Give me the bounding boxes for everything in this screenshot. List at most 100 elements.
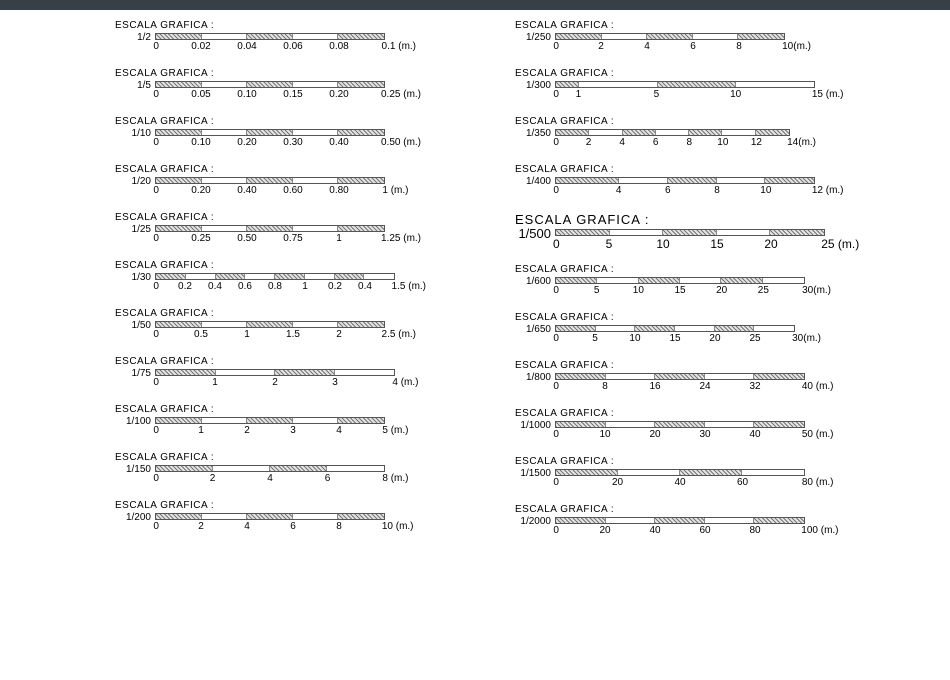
scale-tick-label: 0 bbox=[153, 473, 159, 484]
scale-tick-label: 0.20 bbox=[191, 185, 210, 196]
scale-tick-label: 20 bbox=[709, 333, 720, 344]
scale-tick-label: 4 (m.) bbox=[392, 377, 418, 388]
scale-segment bbox=[602, 34, 648, 39]
scale-tick-label: 2 bbox=[336, 329, 342, 340]
scale-segment bbox=[293, 130, 339, 135]
scale-segment bbox=[293, 418, 339, 423]
scale-tick-label: 10 bbox=[717, 137, 728, 148]
scale-labels: 00.050.100.150.200.25 (m.) bbox=[155, 89, 385, 103]
scale-ratio: 1/10 bbox=[115, 129, 155, 138]
scale-ratio: 1/300 bbox=[515, 81, 555, 90]
scale-segment bbox=[156, 418, 202, 423]
scale-segment bbox=[556, 230, 610, 235]
scale-bar bbox=[555, 177, 815, 184]
scale-title: ESCALA GRAFICA : bbox=[515, 360, 845, 371]
scale-labels: 01020304050 (m.) bbox=[555, 429, 805, 443]
scale-bar bbox=[555, 129, 790, 136]
scale-tick-label: 0.40 bbox=[237, 185, 256, 196]
scale-item: ESCALA GRAFICA :1/1500020406080 (m.) bbox=[515, 456, 845, 491]
scale-segment bbox=[247, 34, 293, 39]
scale-segment bbox=[338, 34, 384, 39]
scale-segment bbox=[202, 178, 248, 183]
scale-tick-label: 40 bbox=[649, 525, 660, 536]
scale-tick-label: 10 bbox=[599, 429, 610, 440]
scale-segment bbox=[338, 322, 384, 327]
scale-segment bbox=[202, 34, 248, 39]
scale-segment bbox=[705, 518, 755, 523]
scale-ratio: 1/50 bbox=[115, 321, 155, 330]
scale-segment bbox=[275, 274, 305, 279]
scale-tick-label: 0.2 bbox=[178, 281, 192, 292]
scale-tick-label: 0.02 bbox=[191, 41, 210, 52]
scale-tick-label: 15 (m.) bbox=[812, 89, 844, 100]
scale-tick-label: 14(m.) bbox=[787, 137, 816, 148]
scale-tick-label: 0 bbox=[153, 521, 159, 532]
scale-segment bbox=[202, 82, 248, 87]
scale-segment bbox=[722, 130, 755, 135]
scale-segment bbox=[556, 374, 606, 379]
scale-segment bbox=[156, 274, 186, 279]
scale-tick-label: 0 bbox=[153, 137, 159, 148]
scale-tick-label: 4 bbox=[267, 473, 273, 484]
scale-segment bbox=[663, 230, 717, 235]
scale-segment bbox=[247, 130, 293, 135]
scale-tick-label: 25 bbox=[758, 285, 769, 296]
scale-labels: 0816243240 (m.) bbox=[555, 381, 805, 395]
scale-tick-label: 16 bbox=[649, 381, 660, 392]
scale-title: ESCALA GRAFICA : bbox=[515, 312, 845, 323]
scale-bar bbox=[555, 277, 805, 284]
scale-segment bbox=[247, 226, 293, 231]
scale-tick-label: 10 bbox=[730, 89, 741, 100]
scale-tick-label: 0 bbox=[553, 237, 560, 251]
scale-segment bbox=[186, 274, 216, 279]
scale-ratio: 1/500 bbox=[515, 229, 555, 238]
scale-tick-label: 25 (m.) bbox=[821, 237, 859, 251]
scale-segment bbox=[754, 422, 804, 427]
scale-labels: 04681012 (m.) bbox=[555, 185, 815, 199]
scale-tick-label: 3 bbox=[332, 377, 338, 388]
scale-segment bbox=[618, 470, 680, 475]
scale-tick-label: 8 (m.) bbox=[382, 473, 408, 484]
scale-segment bbox=[556, 422, 606, 427]
scale-tick-label: 15 bbox=[710, 237, 723, 251]
scale-tick-label: 10 bbox=[629, 333, 640, 344]
scale-segment bbox=[156, 370, 216, 375]
scale-tick-label: 20 bbox=[764, 237, 777, 251]
scale-segment bbox=[556, 178, 619, 183]
scale-segment bbox=[556, 470, 618, 475]
scale-item: ESCALA GRAFICA :1/15002468 (m.) bbox=[115, 452, 415, 487]
scale-ratio: 1/20 bbox=[115, 177, 155, 186]
scale-tick-label: 0 bbox=[153, 185, 159, 196]
scale-tick-label: 0.80 bbox=[329, 185, 348, 196]
scale-segment bbox=[606, 422, 656, 427]
scale-ratio: 1/2 bbox=[115, 33, 155, 42]
scale-tick-label: 0 bbox=[553, 185, 559, 196]
scale-tick-label: 0.4 bbox=[358, 281, 372, 292]
scale-segment bbox=[736, 82, 814, 87]
scale-segment bbox=[647, 34, 693, 39]
scale-title: ESCALA GRAFICA : bbox=[115, 356, 415, 367]
scale-tick-label: 5 bbox=[592, 333, 598, 344]
scale-tick-label: 4 bbox=[336, 425, 342, 436]
scale-bar bbox=[555, 229, 825, 236]
scale-tick-label: 0 bbox=[553, 333, 559, 344]
scale-segment bbox=[247, 418, 293, 423]
scale-item: ESCALA GRAFICA :1/200.020.040.060.080.1 … bbox=[115, 20, 415, 55]
scale-tick-label: 10 bbox=[633, 285, 644, 296]
scale-segment bbox=[247, 322, 293, 327]
scale-ratio: 1/25 bbox=[115, 225, 155, 234]
scale-tick-label: 20 bbox=[612, 477, 623, 488]
scale-item: ESCALA GRAFICA :1/1000.100.200.300.400.5… bbox=[115, 116, 415, 151]
scale-tick-label: 0.25 bbox=[191, 233, 210, 244]
scale-segment bbox=[338, 82, 384, 87]
scale-tick-label: 40 bbox=[749, 429, 760, 440]
scale-labels: 01234 (m.) bbox=[155, 377, 395, 391]
scale-tick-label: 1 bbox=[244, 329, 250, 340]
scale-labels: 02468 (m.) bbox=[155, 473, 385, 487]
scale-item: ESCALA GRAFICA :1/3000151015 (m.) bbox=[515, 68, 845, 103]
scale-item: ESCALA GRAFICA :1/2500.250.500.7511.25 (… bbox=[115, 212, 415, 247]
scale-tick-label: 10 bbox=[656, 237, 669, 251]
scale-segment bbox=[606, 518, 656, 523]
scale-tick-label: 0.08 bbox=[329, 41, 348, 52]
scale-tick-label: 0 bbox=[553, 41, 559, 52]
